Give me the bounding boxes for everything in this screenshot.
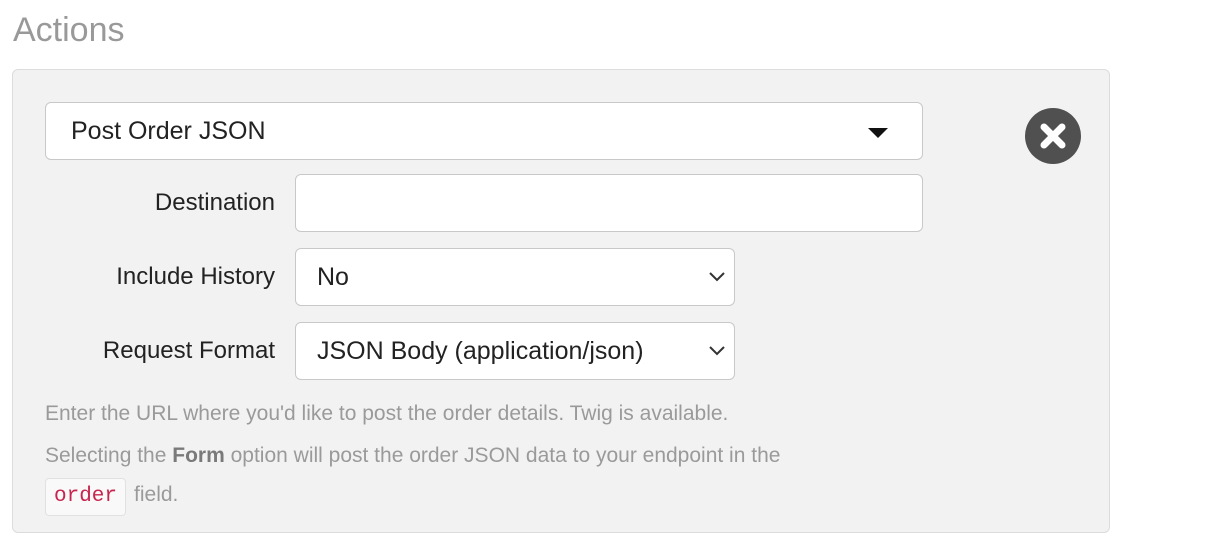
help-text-form-option: Form: [172, 444, 225, 467]
remove-action-button[interactable]: [1025, 108, 1081, 164]
chevron-down-icon: [709, 272, 725, 282]
help-text-prefix: Selecting the: [45, 444, 173, 467]
help-text-form: Selecting the Form option will post the …: [45, 442, 780, 470]
request-format-value: JSON Body (application/json): [317, 337, 644, 365]
destination-input[interactable]: [295, 174, 923, 232]
request-format-select[interactable]: JSON Body (application/json): [295, 322, 735, 380]
include-history-label: Include History: [116, 263, 275, 290]
help-text-suffix: option will post the order JSON data to …: [224, 444, 781, 467]
help-text-field: order field.: [45, 478, 178, 516]
action-type-select[interactable]: Post Order JSON: [45, 102, 923, 160]
include-history-value: No: [317, 263, 349, 291]
help-text-url: Enter the URL where you'd like to post t…: [45, 402, 729, 425]
section-title: Actions: [13, 11, 125, 49]
caret-down-icon: [868, 128, 888, 138]
include-history-select[interactable]: No: [295, 248, 735, 306]
chevron-down-icon: [709, 346, 725, 356]
order-code-tag: order: [45, 478, 127, 516]
destination-label: Destination: [154, 189, 275, 216]
action-panel: Post Order JSON Destination Include Hist…: [12, 69, 1110, 533]
help-text-field-suffix: field.: [134, 483, 179, 506]
close-icon: [1040, 123, 1066, 149]
request-format-label: Request Format: [102, 337, 275, 364]
action-type-value: Post Order JSON: [71, 117, 266, 145]
